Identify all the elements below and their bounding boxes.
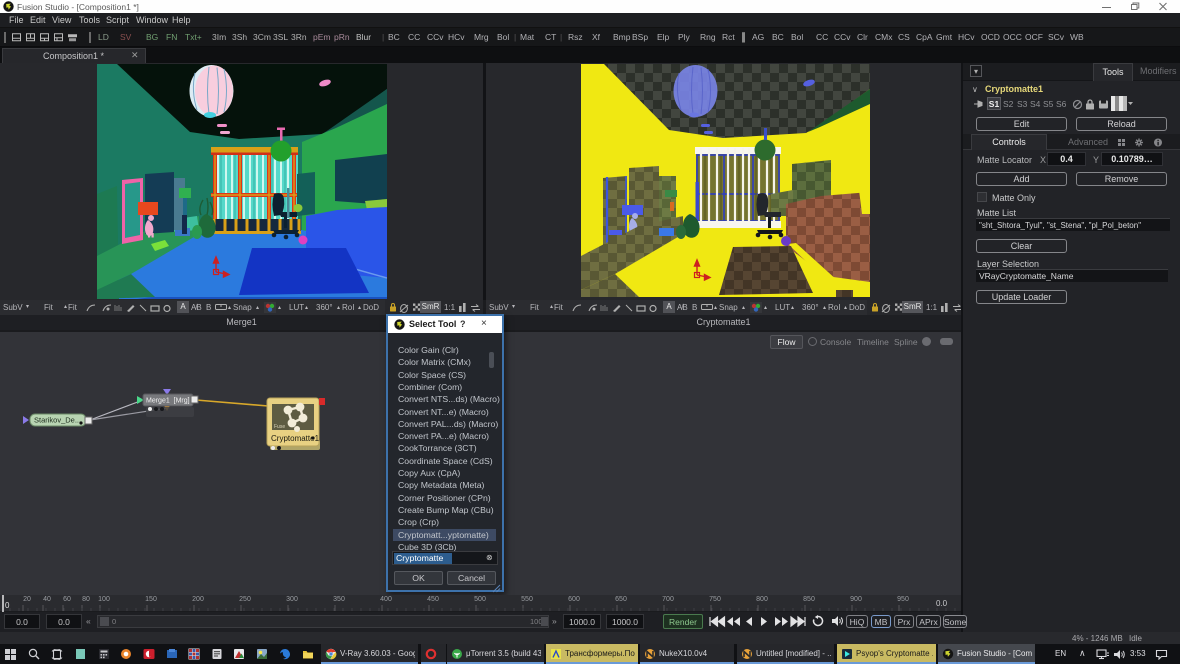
svg-text:Fuse: Fuse xyxy=(274,424,285,430)
svg-text:Merge1 [Mrg]: Merge1 [Mrg] xyxy=(146,398,190,405)
svg-text:Starikov_De...: Starikov_De... xyxy=(34,416,81,425)
